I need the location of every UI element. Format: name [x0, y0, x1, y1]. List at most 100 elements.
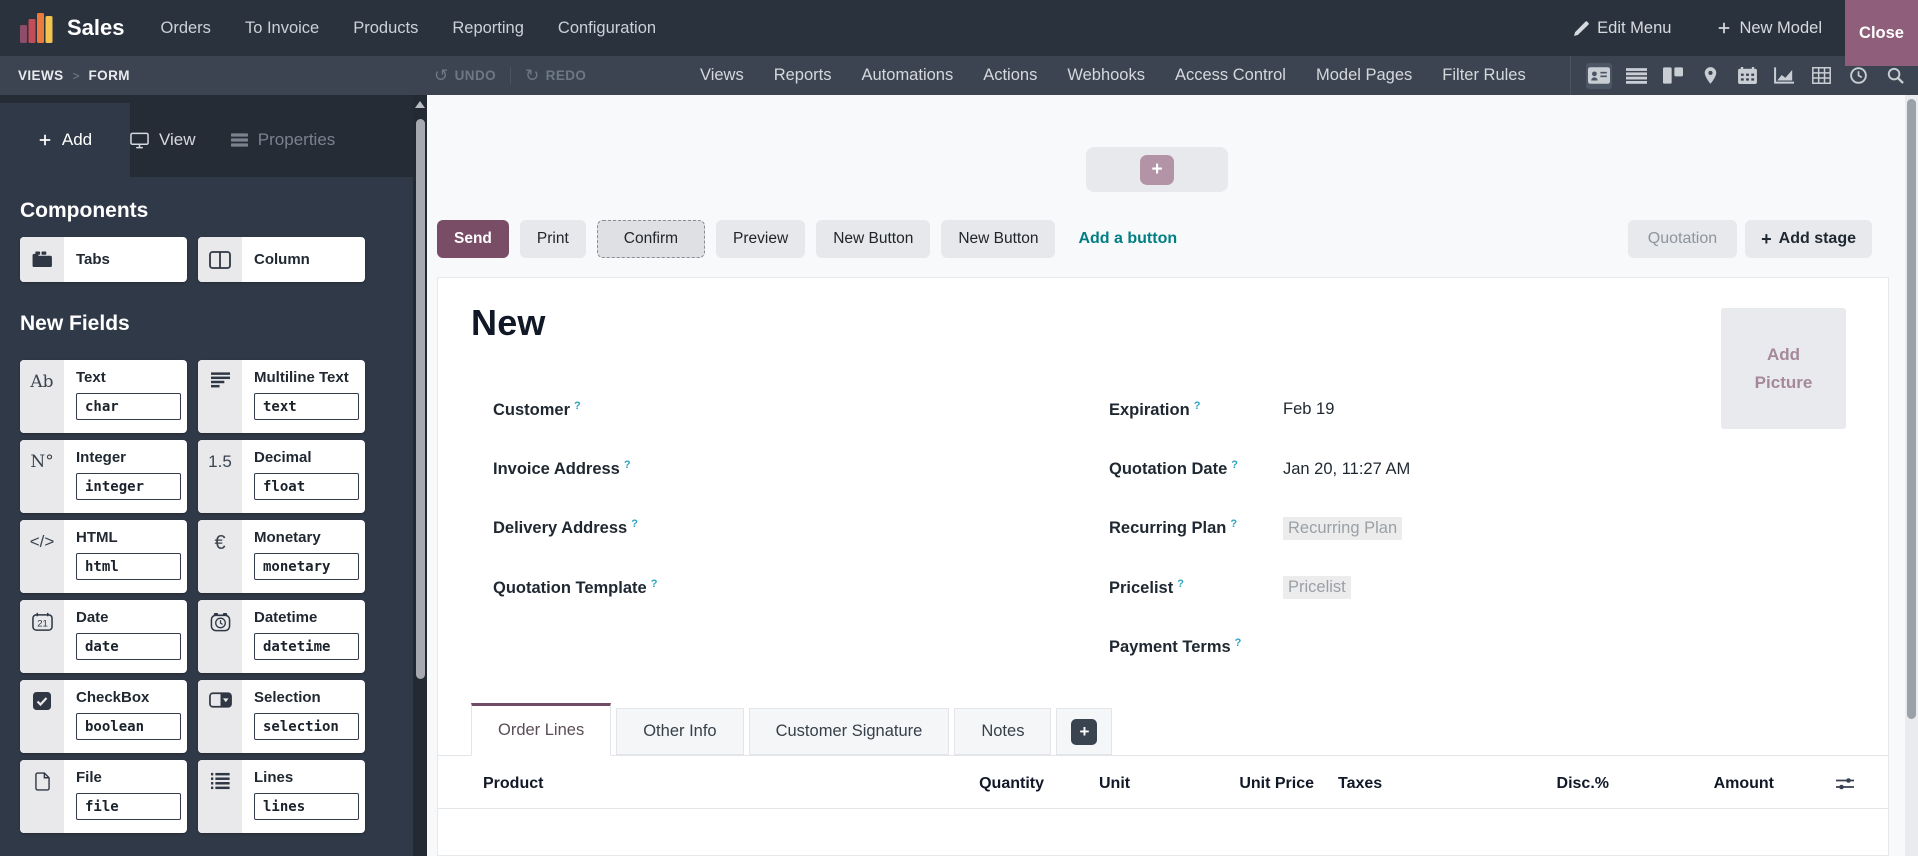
- studio-tab[interactable]: Access Control: [1175, 66, 1286, 85]
- top-menu-item[interactable]: To Invoice: [245, 19, 319, 38]
- form-action-button[interactable]: Print: [519, 220, 586, 258]
- field-card[interactable]: Datetime datetime: [198, 600, 365, 673]
- form-field-row[interactable]: Customer?: [493, 380, 1053, 439]
- notebook-tab-bar: Order Lines Other Info Customer Signature N…: [438, 703, 1888, 756]
- field-card[interactable]: File file: [20, 760, 187, 833]
- field-value: Feb 19: [1283, 400, 1335, 419]
- component-card[interactable]: Column: [198, 237, 365, 282]
- column-taxes[interactable]: Taxes: [1338, 775, 1382, 793]
- field-card[interactable]: 1.5 Decimal float: [198, 440, 365, 513]
- record-title[interactable]: New: [471, 302, 546, 344]
- pivot-view-icon[interactable]: [1808, 63, 1834, 89]
- field-type-box: text: [254, 393, 359, 420]
- breadcrumb-views[interactable]: VIEWS: [18, 68, 64, 83]
- sidebar-scrollbar-thumb[interactable]: [415, 119, 425, 679]
- multiline-icon: [198, 360, 242, 433]
- field-card[interactable]: N° Integer integer: [20, 440, 187, 513]
- field-card[interactable]: € Monetary monetary: [198, 520, 365, 593]
- page-scrollbar[interactable]: [1905, 95, 1918, 856]
- top-menu-item[interactable]: Reporting: [452, 19, 524, 38]
- notebook-tab[interactable]: Order Lines: [471, 703, 612, 756]
- field-card[interactable]: 21 Date date: [20, 600, 187, 673]
- form-action-button[interactable]: Confirm: [596, 220, 706, 258]
- add-a-button-link[interactable]: Add a button: [1078, 230, 1177, 248]
- column-disc[interactable]: Disc.%: [1557, 775, 1609, 793]
- sidebar-tab[interactable]: Add: [0, 103, 130, 177]
- top-menu-item[interactable]: Orders: [161, 19, 211, 38]
- form-field-row[interactable]: Expiration? Feb 19: [1109, 380, 1709, 439]
- search-icon[interactable]: [1882, 63, 1908, 89]
- help-icon: ?: [1231, 459, 1238, 472]
- studio-tab[interactable]: Filter Rules: [1442, 66, 1525, 85]
- file-icon: [20, 760, 64, 833]
- field-card[interactable]: CheckBox boolean: [20, 680, 187, 753]
- top-action-button[interactable]: New Model: [1717, 19, 1822, 38]
- field-card[interactable]: Multiline Text text: [198, 360, 365, 433]
- studio-tab[interactable]: Model Pages: [1316, 66, 1412, 85]
- field-type-box: lines: [254, 793, 359, 820]
- sidebar-tab[interactable]: Properties: [196, 103, 371, 177]
- form-action-button[interactable]: New Button: [816, 220, 931, 258]
- column-quantity[interactable]: Quantity: [979, 775, 1044, 793]
- sidebar-content: Components Tabs Column New Fields Ab Tex…: [0, 177, 413, 856]
- field-card[interactable]: Selection selection: [198, 680, 365, 753]
- field-card[interactable]: Ab Text char: [20, 360, 187, 433]
- top-menu-item[interactable]: Products: [353, 19, 418, 38]
- column-unit-price[interactable]: Unit Price: [1239, 775, 1314, 793]
- map-view-icon[interactable]: [1697, 63, 1723, 89]
- form-action-button[interactable]: Send: [437, 220, 509, 258]
- decimal-icon: 1.5: [198, 440, 242, 513]
- sidebar-tab[interactable]: View: [130, 103, 196, 177]
- studio-tab[interactable]: Actions: [983, 66, 1037, 85]
- top-action-button[interactable]: Edit Menu: [1574, 19, 1671, 38]
- field-card[interactable]: </> HTML html: [20, 520, 187, 593]
- notebook-tab[interactable]: Notes: [954, 708, 1052, 755]
- form-field-row[interactable]: Delivery Address?: [493, 499, 1053, 558]
- form-field-row[interactable]: Quotation Template?: [493, 558, 1053, 617]
- stage-quotation-button[interactable]: Quotation: [1627, 220, 1738, 258]
- kanban-view-icon[interactable]: [1660, 63, 1686, 89]
- help-icon: ?: [1177, 577, 1184, 590]
- studio-tabs: Views Reports Automations Actions Webhooks Ac…: [700, 56, 1526, 95]
- notebook-tab[interactable]: Customer Signature: [748, 708, 950, 755]
- form-field-row[interactable]: Recurring Plan? Recurring Plan: [1109, 499, 1709, 558]
- studio-tab[interactable]: Automations: [862, 66, 954, 85]
- form-action-button[interactable]: New Button: [941, 220, 1056, 258]
- form-field-row[interactable]: Quotation Date? Jan 20, 11:27 AM: [1109, 439, 1709, 498]
- form-action-button[interactable]: Preview: [716, 220, 806, 258]
- add-element-dropzone[interactable]: +: [1086, 147, 1228, 192]
- studio-tab[interactable]: Views: [700, 66, 744, 85]
- list-view-icon[interactable]: [1623, 63, 1649, 89]
- form-field-row[interactable]: Payment Terms?: [1109, 618, 1709, 677]
- close-studio-button[interactable]: Close: [1845, 0, 1918, 66]
- undo-button[interactable]: ↺ UNDO: [434, 66, 496, 86]
- column-amount[interactable]: Amount: [1714, 775, 1774, 793]
- form-field-row[interactable]: Pricelist? Pricelist: [1109, 558, 1709, 617]
- top-menu-item[interactable]: Configuration: [558, 19, 656, 38]
- add-picture-box[interactable]: Add Picture: [1721, 308, 1846, 429]
- form-view-icon[interactable]: [1586, 62, 1612, 89]
- field-card[interactable]: Lines lines: [198, 760, 365, 833]
- field-type-box: datetime: [254, 633, 359, 660]
- field-value: Jan 20, 11:27 AM: [1283, 459, 1411, 478]
- optional-columns-icon[interactable]: [1836, 776, 1854, 791]
- scroll-up-arrow-icon[interactable]: [415, 101, 425, 108]
- form-field-row[interactable]: Invoice Address?: [493, 439, 1053, 498]
- notebook-tab[interactable]: Other Info: [616, 708, 744, 755]
- graph-view-icon[interactable]: [1771, 63, 1797, 89]
- add-tab-button[interactable]: +: [1056, 708, 1113, 755]
- activity-view-icon[interactable]: [1845, 63, 1871, 89]
- studio-tab[interactable]: Webhooks: [1067, 66, 1145, 85]
- column-unit[interactable]: Unit: [1099, 775, 1130, 793]
- sales-app-logo[interactable]: [20, 13, 54, 43]
- sidebar-scrollbar[interactable]: [413, 95, 427, 856]
- app-name[interactable]: Sales: [67, 15, 125, 41]
- redo-button[interactable]: ↻ REDO: [525, 66, 586, 86]
- studio-tab[interactable]: Reports: [774, 66, 832, 85]
- breadcrumb-form[interactable]: FORM: [89, 68, 130, 83]
- component-card[interactable]: Tabs: [20, 237, 187, 282]
- add-stage-button[interactable]: + Add stage: [1745, 220, 1872, 258]
- calendar-view-icon[interactable]: [1734, 63, 1760, 89]
- page-scrollbar-thumb[interactable]: [1907, 99, 1916, 719]
- column-product[interactable]: Product: [483, 775, 543, 793]
